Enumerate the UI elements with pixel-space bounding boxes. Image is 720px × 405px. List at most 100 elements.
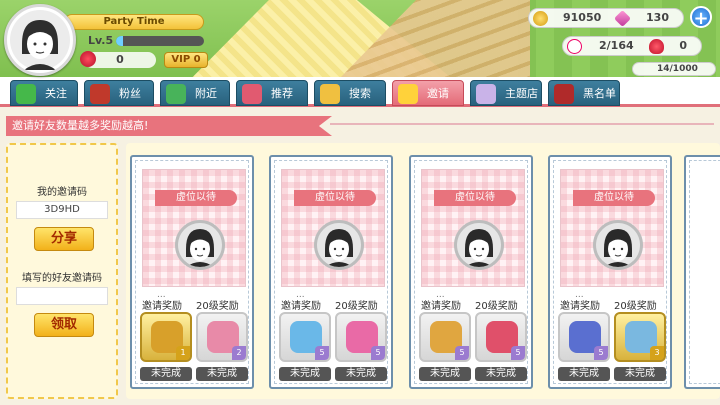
invite-card: 虚位以待... 邀请奖励 20级奖励 5 3 未完成 未完成 bbox=[548, 155, 672, 389]
reward-count: 5 bbox=[455, 346, 469, 360]
reward-count: 2 bbox=[232, 346, 246, 360]
vacant-label: 虚位以待 bbox=[294, 190, 376, 206]
reward-item[interactable]: 2 bbox=[196, 312, 248, 362]
incomplete-status: 未完成 bbox=[614, 367, 666, 381]
incomplete-status: 未完成 bbox=[419, 367, 471, 381]
tab-3[interactable]: 推荐 bbox=[236, 80, 308, 106]
invite-card: 虚位以待... 邀请奖励 20级奖励 5 5 未完成 未完成 bbox=[409, 155, 533, 389]
friend-code-label: 填写的好友邀请码 bbox=[22, 273, 102, 284]
partial-count: 14/1000 bbox=[657, 64, 698, 74]
follow-arrow-icon bbox=[16, 84, 36, 104]
my-code-label: 我的邀请码 bbox=[37, 187, 87, 198]
invite-reward-label: 邀请奖励 bbox=[281, 301, 321, 312]
tab-label: 主题店 bbox=[505, 87, 538, 100]
vacant-label: 虚位以待 bbox=[434, 190, 516, 206]
player-name: Party Time bbox=[64, 14, 204, 30]
reward-count: 5 bbox=[594, 346, 608, 360]
level-reward-label: 20级奖励 bbox=[614, 301, 657, 312]
invite-card: 虚位以待... 邀请奖励 20级奖励 1 2 未完成 未完成 bbox=[130, 155, 254, 389]
rose-count: 0 bbox=[116, 53, 124, 66]
vip-badge[interactable]: VIP 0 bbox=[164, 52, 208, 68]
tab-2[interactable]: 附近 bbox=[160, 80, 230, 106]
reward-item[interactable]: 5 bbox=[475, 312, 527, 362]
level-progress-bar bbox=[116, 36, 204, 46]
fan-avatar-icon bbox=[90, 84, 110, 104]
tab-label: 粉丝 bbox=[119, 87, 141, 100]
tab-label: 邀请 bbox=[427, 87, 449, 100]
vacant-label: 虚位以待 bbox=[155, 190, 237, 206]
reward-count: 5 bbox=[315, 346, 329, 360]
friend-count: 2/164 bbox=[599, 39, 634, 52]
empty-avatar-icon bbox=[593, 220, 643, 270]
reward-item[interactable]: 5 bbox=[279, 312, 331, 362]
magnifier-icon bbox=[320, 84, 340, 104]
share-button[interactable]: 分享 bbox=[34, 227, 94, 251]
reward-item[interactable]: 3 bbox=[614, 312, 666, 362]
player-card[interactable]: Party Time Lv.5 0 VIP 0 bbox=[4, 4, 212, 76]
invite-slots-area: 虚位以待... 邀请奖励 20级奖励 1 2 未完成 未完成 虚位以待... 邀请奖励 20级奖励… bbox=[126, 143, 720, 399]
reward-count: 5 bbox=[371, 346, 385, 360]
incomplete-status: 未完成 bbox=[475, 367, 527, 381]
level-reward-label: 20级奖励 bbox=[196, 301, 239, 312]
tab-5[interactable]: 邀请 bbox=[392, 80, 464, 106]
invite-banner: 邀请好友数量越多奖励越高! bbox=[6, 116, 332, 136]
reward-item[interactable]: 5 bbox=[335, 312, 387, 362]
friend-slot[interactable]: 虚位以待... bbox=[281, 169, 385, 300]
reward-count: 1 bbox=[176, 346, 190, 360]
banner-divider bbox=[330, 123, 714, 125]
friend-slot[interactable]: 虚位以待... bbox=[421, 169, 525, 300]
tab-label: 关注 bbox=[45, 87, 67, 100]
map-pin-icon bbox=[166, 84, 186, 104]
tab-1[interactable]: 粉丝 bbox=[84, 80, 154, 106]
level-progress-fill bbox=[116, 36, 124, 46]
empty-avatar-icon bbox=[175, 220, 225, 270]
theme-cube-icon bbox=[476, 84, 496, 104]
empty-avatar-icon bbox=[314, 220, 364, 270]
coin-gem-bar: 91050 130 bbox=[528, 8, 684, 28]
reward-count: 5 bbox=[511, 346, 525, 360]
reward-count: 3 bbox=[650, 346, 664, 360]
level-reward-label: 20级奖励 bbox=[335, 301, 378, 312]
invite-card-partial bbox=[684, 155, 720, 389]
social-tab-bar: 关注 粉丝 附近 推荐 搜索 邀请 主题店 黑名单 bbox=[0, 77, 720, 107]
incomplete-status: 未完成 bbox=[140, 367, 192, 381]
invite-card: 虚位以待... 邀请奖励 20级奖励 5 5 未完成 未完成 bbox=[269, 155, 393, 389]
gem-count: 130 bbox=[646, 11, 669, 24]
partial-counter: 14/1000 bbox=[632, 62, 716, 76]
avatar-face-icon bbox=[10, 10, 70, 70]
invite-reward-label: 邀请奖励 bbox=[421, 301, 461, 312]
friend-slot[interactable]: 虚位以待... bbox=[560, 169, 664, 300]
tab-7[interactable]: 黑名单 bbox=[548, 80, 620, 106]
invite-reward-label: 邀请奖励 bbox=[142, 301, 182, 312]
invite-user-plus-icon bbox=[398, 84, 418, 104]
tab-label: 推荐 bbox=[271, 87, 293, 100]
reward-item[interactable]: 5 bbox=[419, 312, 471, 362]
heart-icon bbox=[649, 39, 664, 54]
vacant-label: 虚位以待 bbox=[573, 190, 655, 206]
avatar[interactable] bbox=[4, 4, 76, 76]
claim-button[interactable]: 领取 bbox=[34, 313, 94, 337]
rose-counter: 0 bbox=[80, 51, 156, 68]
recommend-heart-icon bbox=[242, 84, 262, 104]
tab-0[interactable]: 关注 bbox=[10, 80, 78, 106]
tab-6[interactable]: 主题店 bbox=[470, 80, 542, 106]
player-level: Lv.5 bbox=[88, 34, 114, 47]
invite-reward-label: 邀请奖励 bbox=[560, 301, 600, 312]
friend-code-input[interactable] bbox=[16, 287, 108, 305]
reward-item[interactable]: 1 bbox=[140, 312, 192, 362]
incomplete-status: 未完成 bbox=[335, 367, 387, 381]
friend-slot[interactable]: 虚位以待... bbox=[142, 169, 246, 300]
tab-4[interactable]: 搜索 bbox=[314, 80, 386, 106]
social-stats-bar: 2/164 0 bbox=[562, 36, 702, 56]
incomplete-status: 未完成 bbox=[558, 367, 610, 381]
incomplete-status: 未完成 bbox=[279, 367, 331, 381]
add-currency-button[interactable]: + bbox=[690, 6, 712, 29]
empty-avatar-icon bbox=[454, 220, 504, 270]
tab-label: 黑名单 bbox=[583, 87, 616, 100]
blacklist-icon bbox=[554, 84, 574, 104]
coin-count: 91050 bbox=[563, 11, 602, 24]
reward-item[interactable]: 5 bbox=[558, 312, 610, 362]
tab-label: 搜索 bbox=[349, 87, 371, 100]
level-reward-label: 20级奖励 bbox=[475, 301, 518, 312]
incomplete-status: 未完成 bbox=[196, 367, 248, 381]
